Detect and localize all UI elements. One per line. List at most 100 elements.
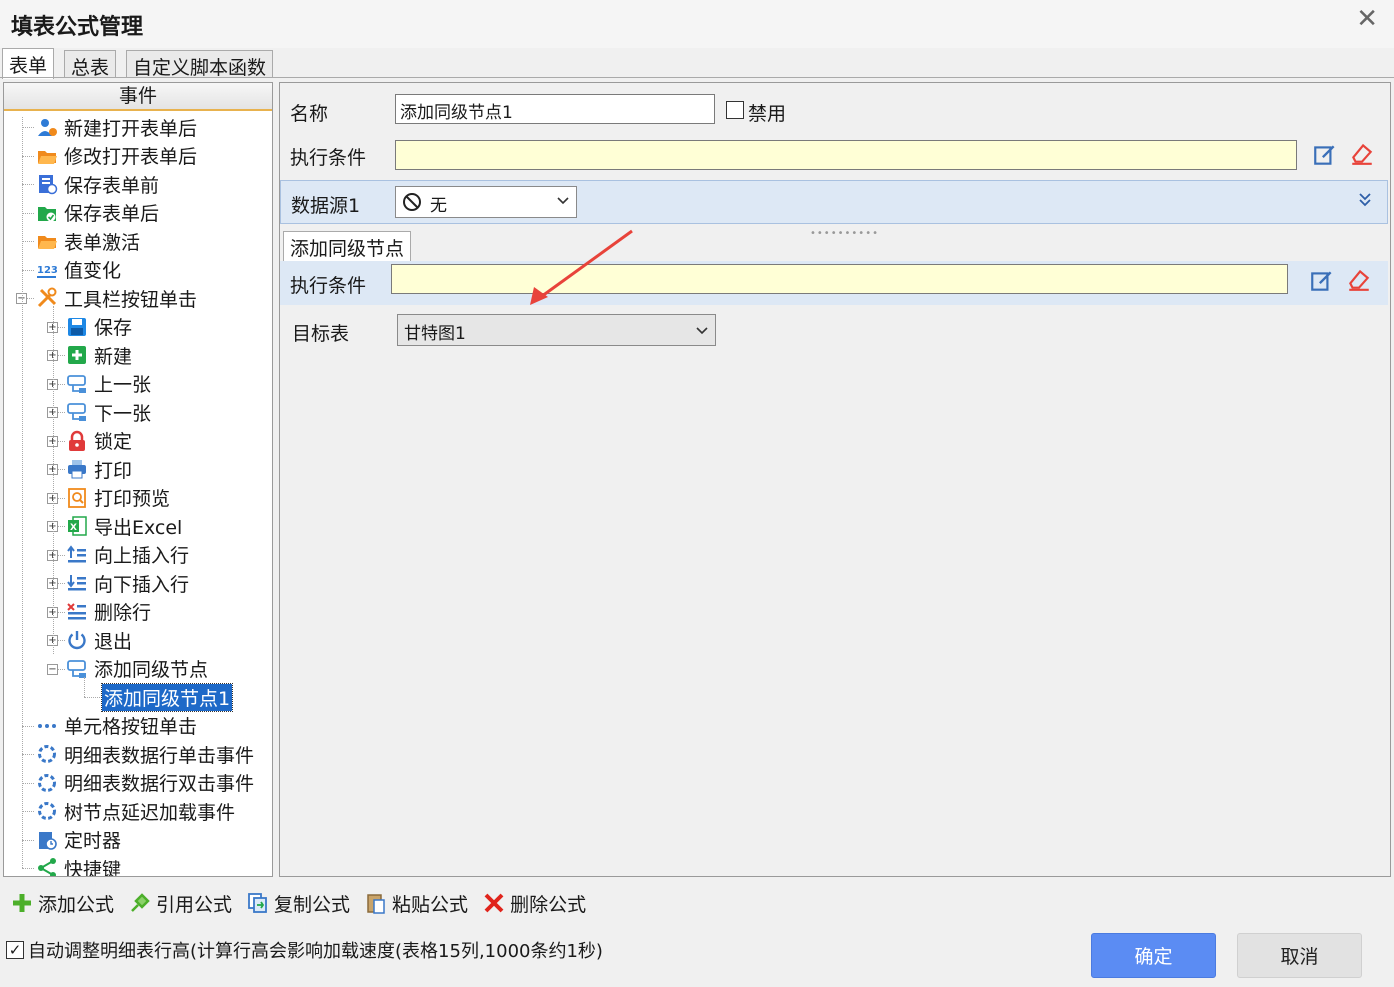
tools-icon [36, 287, 58, 309]
folder-open-icon [36, 145, 58, 167]
add-formula-button[interactable]: 添加公式 [10, 888, 114, 918]
tree-item-shortcut[interactable]: 快捷键 [36, 854, 122, 877]
tree-item-label: 表单激活 [64, 231, 141, 254]
node-icon [66, 373, 88, 395]
tree-connector [22, 212, 34, 214]
splitter-handle[interactable]: •••••••••• [810, 228, 879, 239]
checkbox-checked[interactable]: ✓ [6, 941, 24, 959]
tree-item-next[interactable]: 下一张 [66, 398, 151, 426]
copy-formula-button[interactable]: 复制公式 [246, 888, 350, 918]
tree-item-prev[interactable]: 上一张 [66, 370, 151, 398]
cancel-button[interactable]: 取消 [1237, 933, 1362, 978]
tree-item-label: 保存表单前 [64, 174, 160, 197]
reference-formula-button[interactable]: 引用公式 [128, 888, 232, 918]
expand-icon[interactable] [1357, 191, 1373, 209]
tree-item-label: 打印预览 [94, 488, 171, 510]
tree-item-label: 快捷键 [64, 858, 122, 877]
chevron-down-icon [557, 197, 569, 205]
tree-connector [22, 184, 34, 185]
close-icon[interactable]: ✕ [1356, 4, 1378, 34]
sub-condition-strip: 执行条件 [280, 261, 1388, 305]
insert-down-icon [66, 572, 88, 594]
share-icon [36, 857, 58, 876]
tree-item-timer[interactable]: 定时器 [36, 826, 121, 854]
datasource-bar: 数据源1 无 [280, 180, 1388, 224]
tree-item-label: 添加同级节点 [94, 659, 209, 681]
tree-item-after-save[interactable]: 保存表单后 [36, 199, 159, 227]
tab-summary[interactable]: 总表 [64, 50, 117, 79]
tree-item-save[interactable]: 保存 [66, 313, 132, 341]
tree-connector [22, 241, 34, 242]
tree-item-modify-open[interactable]: 修改打开表单后 [36, 142, 197, 170]
tree-item-value-change[interactable]: 123 值变化 [36, 256, 121, 284]
tree-item-label: 上一张 [94, 374, 152, 396]
title-bar: 填表公式管理 ✕ [0, 0, 1394, 48]
tab-custom-script[interactable]: 自定义脚本函数 [126, 50, 274, 79]
tree-item-export-excel[interactable]: X 导出Excel [66, 512, 182, 540]
plus-square-icon [66, 344, 88, 366]
datasource-select[interactable]: 无 [395, 186, 577, 218]
tree-item-insert-down[interactable]: 向下插入行 [66, 569, 189, 597]
timer-icon [36, 829, 58, 851]
auto-adjust-row-height[interactable]: ✓ 自动调整明细表行高(计算行高会影响加载速度(表格15列,1000条约1秒) [6, 937, 603, 963]
paste-formula-button[interactable]: 粘贴公式 [364, 888, 468, 918]
eraser-icon[interactable] [1346, 266, 1372, 292]
target-table-select[interactable]: 甘特图1 [397, 314, 716, 346]
edit-icon[interactable] [1312, 142, 1338, 168]
delete-x-icon [484, 893, 504, 913]
tree-item-label: 明细表数据行单击事件 [64, 744, 255, 767]
ring-icon [36, 743, 58, 765]
name-label: 名称 [290, 103, 329, 125]
condition-input[interactable] [395, 140, 1297, 170]
subtab-add-sibling[interactable]: 添加同级节点 [283, 231, 412, 261]
tree-item-insert-up[interactable]: 向上插入行 [66, 541, 189, 569]
tab-form[interactable]: 表单 [2, 48, 55, 79]
tree-item-add-sibling[interactable]: 添加同级节点 [66, 655, 208, 683]
tree-connector [53, 306, 54, 654]
tree-item-before-save[interactable]: 保存表单前 [36, 170, 159, 198]
formula-detail-panel: 名称 添加同级节点1 禁用 执行条件 数据源1 无 •••••••••• 添加同… [279, 82, 1391, 877]
tree-item-delete-row[interactable]: 删除行 [66, 598, 151, 626]
tree-connector [22, 754, 34, 755]
event-tree-panel: 事件 新建打开表单后 修改打开表单后 保存表单前 保存表单后 表单激活 123 值变化 工具栏… [3, 82, 273, 877]
lock-icon [66, 430, 88, 452]
eraser-icon[interactable] [1349, 140, 1375, 166]
tree-item-form-activate[interactable]: 表单激活 [36, 227, 140, 255]
tree-item-label: 删除行 [94, 602, 152, 624]
tree-item-print-preview[interactable]: 打印预览 [66, 484, 170, 512]
tree-connector [22, 782, 34, 784]
tree-item-toolbar-click[interactable]: 工具栏按钮单击 [36, 284, 197, 312]
tree-item-lock[interactable]: 锁定 [66, 427, 132, 455]
datasource-label: 数据源1 [291, 195, 361, 217]
target-table-value: 甘特图1 [404, 324, 466, 344]
tree-item-print[interactable]: 打印 [66, 455, 132, 483]
disable-checkbox[interactable] [726, 101, 744, 119]
collapse-icon[interactable]: − [47, 663, 58, 675]
tree-item-label: 锁定 [94, 431, 133, 453]
save-check-icon [36, 173, 58, 195]
svg-text:123: 123 [37, 265, 58, 276]
tree-item-cell-button-click[interactable]: 单元格按钮单击 [36, 712, 197, 740]
chevron-down-icon [696, 327, 708, 335]
sub-condition-label: 执行条件 [290, 275, 367, 297]
ring-icon [36, 800, 58, 822]
tree-connector [84, 697, 100, 698]
tree-item-tree-lazy-load[interactable]: 树节点延迟加载事件 [36, 797, 235, 825]
tree-item-exit[interactable]: 退出 [66, 626, 132, 654]
tree-item-detail-row-click[interactable]: 明细表数据行单击事件 [36, 740, 254, 768]
condition-label: 执行条件 [290, 147, 367, 169]
tree-item-add-sibling-1[interactable]: 添加同级节点1 [100, 682, 234, 712]
name-input[interactable]: 添加同级节点1 [395, 94, 715, 124]
delete-formula-button[interactable]: 删除公式 [482, 888, 586, 918]
none-icon [403, 193, 421, 211]
tree-item-label: 新建打开表单后 [64, 117, 198, 140]
print-preview-icon [66, 487, 88, 509]
tree-item-label: 导出Excel [94, 516, 183, 539]
tree-item-label: 向下插入行 [94, 573, 190, 596]
tree-item-detail-row-dblclick[interactable]: 明细表数据行双击事件 [36, 769, 254, 797]
tree-item-new-open[interactable]: 新建打开表单后 [36, 113, 197, 141]
tree-item-new[interactable]: 新建 [66, 341, 132, 369]
tree-item-label: 单元格按钮单击 [64, 716, 198, 738]
ok-button[interactable]: 确定 [1091, 933, 1216, 978]
edit-icon[interactable] [1309, 268, 1335, 294]
